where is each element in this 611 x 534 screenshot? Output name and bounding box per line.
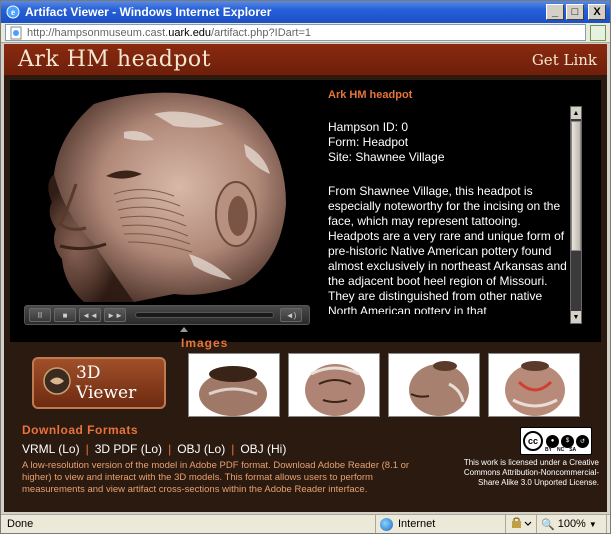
rewind-button[interactable]: ◄◄ (79, 308, 101, 322)
license-text[interactable]: This work is licensed under a Creative C… (459, 458, 599, 488)
zoom-level: 100% (557, 518, 586, 530)
security-zone[interactable]: Internet (376, 515, 506, 533)
cube-icon (42, 366, 72, 401)
license-tag-sa: SA (569, 447, 577, 453)
page-icon (9, 26, 23, 40)
scroll-thumb[interactable] (571, 121, 581, 251)
share-alike-icon: ↺ (576, 434, 589, 448)
headpot-thumbnail-1 (199, 366, 267, 416)
title-bar: e Artifact Viewer - Windows Internet Exp… (1, 1, 610, 23)
get-link-button[interactable]: Get Link (532, 51, 597, 69)
download-links: VRML (Lo) | 3D PDF (Lo) | OBJ (Lo) | OBJ… (22, 442, 286, 456)
thumbnail-image[interactable] (288, 353, 380, 417)
download-obj-lo-link[interactable]: OBJ (Lo) (177, 442, 225, 456)
viewer-header: Ark HM headpot Get Link (4, 44, 607, 76)
svg-text:e: e (11, 7, 15, 17)
3d-viewer-button[interactable]: 3D Viewer (32, 357, 166, 409)
zoom-icon: 🔍 (541, 518, 555, 531)
link-separator: | (85, 442, 89, 456)
images-heading: Images (181, 336, 229, 350)
link-separator: | (231, 442, 235, 456)
maximize-button[interactable]: □ (566, 4, 584, 20)
download-3dpdf-lo-link[interactable]: 3D PDF (Lo) (95, 442, 162, 456)
cc-license-badge[interactable]: cc ● $ ↺ BY NC SA (520, 427, 592, 455)
zone-label: Internet (398, 518, 436, 530)
stop-button[interactable]: ■ (54, 308, 76, 322)
minimize-button[interactable]: _ (546, 4, 564, 20)
info-title: Ark HM headpot (328, 89, 413, 101)
url-domain: uark.edu (168, 26, 212, 39)
volume-icon[interactable]: ◄) (280, 308, 302, 322)
hampson-id: Hampson ID: 0 (328, 120, 409, 134)
window-title: Artifact Viewer - Windows Internet Explo… (25, 5, 272, 19)
url-suffix: /artifact.php?IDart=1 (211, 26, 312, 39)
status-bar: Done Internet 🔍 100% ▼ (1, 514, 610, 533)
status-text: Done (1, 515, 376, 533)
url-prefix: http://hampsonmuseum.cast. (27, 26, 169, 39)
close-button[interactable]: X (588, 4, 606, 20)
license-tag-by: BY (545, 447, 552, 453)
download-obj-hi-link[interactable]: OBJ (Hi) (240, 442, 286, 456)
download-vrml-lo-link[interactable]: VRML (Lo) (22, 442, 80, 456)
media-controls: II ■ ◄◄ ►► ◄) (24, 305, 310, 325)
globe-icon (380, 517, 393, 531)
noncommercial-icon: $ (561, 434, 574, 448)
download-description: A low-resolution version of the model in… (22, 460, 410, 495)
thumbnail-image[interactable] (488, 353, 580, 417)
info-scrollbar[interactable]: ▲ ▼ (570, 106, 582, 324)
artifact-info-panel: Ark HM headpot Hampson ID: 0 Form: Headp… (328, 82, 568, 314)
3d-model-view[interactable] (24, 84, 310, 302)
scroll-down-icon[interactable]: ▼ (571, 311, 581, 323)
seek-handle[interactable] (180, 327, 188, 332)
protected-mode-toggle[interactable] (506, 515, 537, 533)
license-tag-nc: NC (556, 447, 565, 453)
lock-icon (510, 516, 532, 532)
cc-icon: cc (523, 431, 543, 451)
scroll-up-icon[interactable]: ▲ (571, 107, 581, 119)
thumbnail-image[interactable] (388, 353, 480, 417)
main-panel: II ■ ◄◄ ►► ◄) Ark HM headpot Hampson ID:… (10, 80, 601, 342)
address-bar: http://hampsonmuseum.cast. uark.edu/artif… (1, 23, 610, 43)
link-separator: | (168, 442, 172, 456)
artifact-site: Site: Shawnee Village (328, 150, 445, 164)
pause-button[interactable]: II (29, 308, 51, 322)
page-title: Ark HM headpot (18, 47, 211, 72)
artifact-description: From Shawnee Village, this headpot is es… (328, 184, 567, 314)
ie-icon: e (5, 4, 21, 20)
url-field[interactable]: http://hampsonmuseum.cast. uark.edu/artif… (5, 24, 586, 41)
attribution-icon: ● (546, 434, 559, 448)
seek-track[interactable] (135, 312, 274, 318)
thumbnail-image[interactable] (188, 353, 280, 417)
browser-window: e Artifact Viewer - Windows Internet Exp… (0, 0, 611, 534)
compatibility-icon[interactable] (590, 24, 606, 41)
zoom-control[interactable]: 🔍 100% ▼ (537, 515, 607, 533)
artifact-form: Form: Headpot (328, 135, 409, 149)
chevron-down-icon: ▼ (588, 519, 597, 529)
3d-viewer-label: 3D Viewer (76, 363, 137, 403)
headpot-thumbnail-4 (505, 361, 565, 416)
download-formats-heading: Download Formats (22, 423, 139, 437)
headpot-thumbnail-3 (409, 361, 469, 416)
artifact-viewer: Ark HM headpot Get Link II ■ ◄◄ ►► ◄) Ar… (4, 44, 607, 512)
headpot-model-image (48, 92, 286, 302)
headpot-thumbnail-2 (305, 364, 365, 416)
forward-button[interactable]: ►► (104, 308, 126, 322)
